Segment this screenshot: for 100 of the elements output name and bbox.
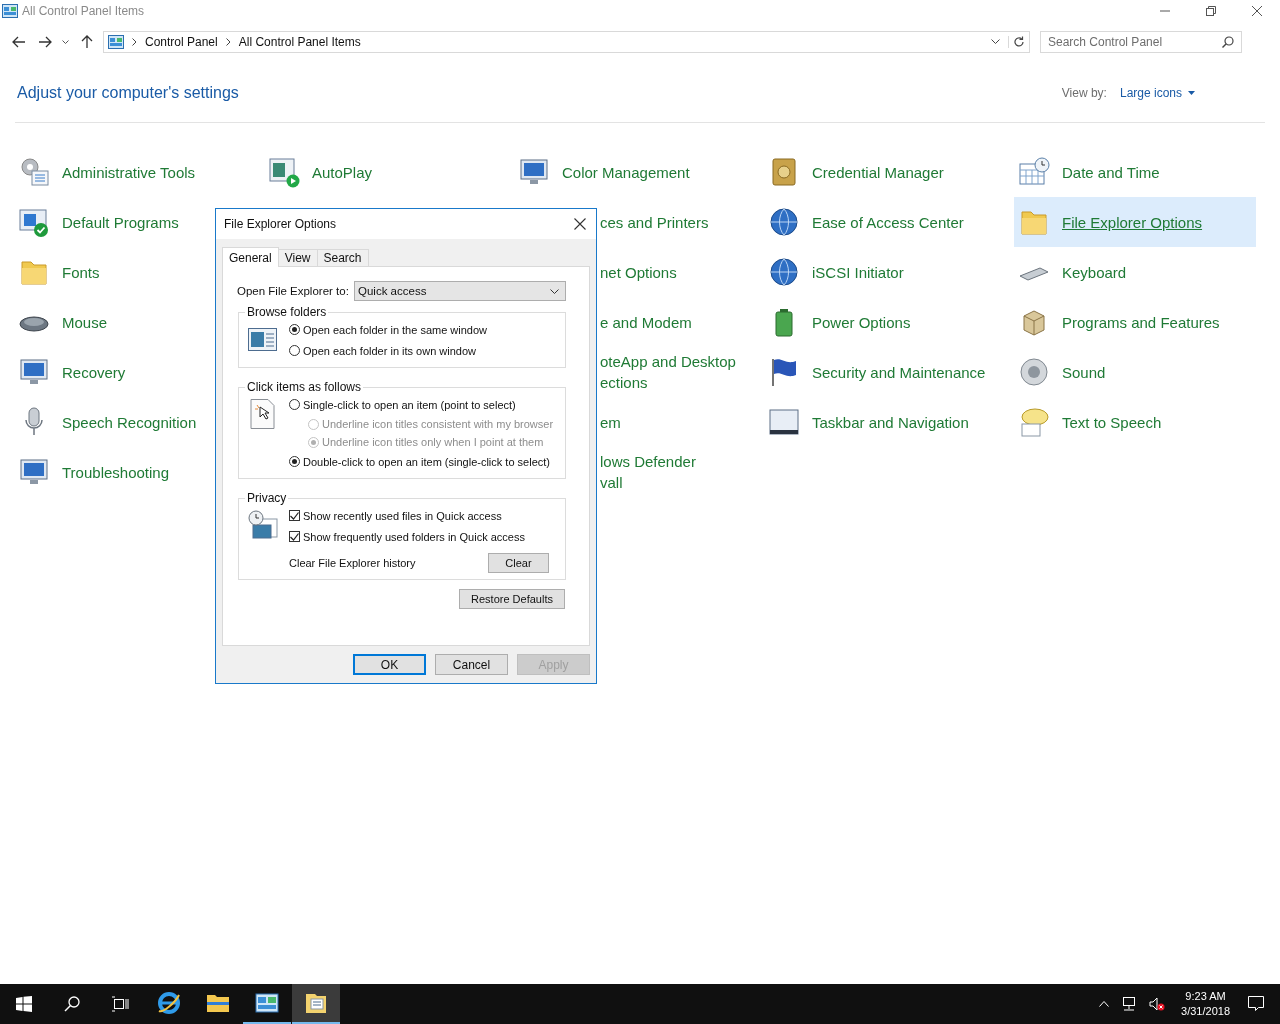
taskbar-app-button[interactable] [292,984,340,1024]
view-by-label: View by: [1061,86,1107,100]
group-title: Privacy [246,491,288,505]
open-to-dropdown[interactable]: Quick access [354,281,566,301]
caret-icon[interactable] [991,39,1000,45]
control-panel-item[interactable]: Programs and Features [1014,297,1256,347]
checkbox[interactable] [289,510,300,521]
group-title: Browse folders [246,305,328,319]
clear-button[interactable]: Clear [488,553,549,573]
refresh-icon[interactable] [1008,36,1025,48]
item-label: Security and Maintenance [812,362,986,383]
view-by-dropdown[interactable]: Large icons [1119,86,1195,100]
window-title: All Control Panel Items [22,4,145,18]
breadcrumb[interactable]: Control Panel [145,35,218,49]
control-panel-item[interactable]: Sound [1014,347,1256,397]
clear-history-label: Clear File Explorer history [289,557,416,569]
control-panel-item[interactable]: Security and Maintenance [764,347,1006,397]
dialog-button[interactable]: OK [353,654,426,675]
control-panel-item[interactable]: Administrative Tools [14,147,256,197]
control-panel-item[interactable]: Ease of Access Center [764,197,1006,247]
close-icon [1252,6,1262,16]
dialog-title: File Explorer Options [224,217,337,231]
checkbox[interactable] [289,531,300,542]
control-panel-item[interactable]: Text to Speech [1014,397,1256,447]
forward-arrow-icon[interactable] [38,36,52,48]
speech-bubble-icon [1018,406,1050,438]
item-label: AutoPlay [312,162,373,183]
item-label: ces and Printers [600,212,709,233]
item-label: Administrative Tools [62,162,196,183]
clock-date: 3/31/2018 [1181,1004,1230,1019]
radio-option[interactable]: Open each folder in the same window [289,319,561,340]
clock-pictures-icon [247,509,279,541]
item-label: Fonts [62,262,100,283]
item-label: net Options [600,262,677,283]
control-panel-icon [108,35,124,49]
window-play-icon [268,156,300,188]
radio-button[interactable] [289,345,300,356]
item-label: Default Programs [62,212,179,233]
folder-icon [206,993,230,1013]
search-icon [1222,36,1234,48]
close-icon[interactable] [574,218,586,230]
control-panel-item[interactable]: Speech Recognition [14,397,256,447]
back-arrow-icon[interactable] [12,36,26,48]
open-to-label: Open File Explorer to: [237,285,349,297]
radio-option[interactable]: Double-click to open an item (single-click to select) [289,451,561,472]
item-label: Sound [1062,362,1106,383]
caret-icon [550,288,559,294]
item-label: Date and Time [1062,162,1160,183]
tab[interactable]: Search [316,249,369,266]
windows-logo-icon [16,996,32,1012]
window-icon [768,406,800,438]
item-label: Mouse [62,312,108,333]
control-panel-item[interactable]: File Explorer Options [1014,197,1256,247]
restore-defaults-button[interactable]: Restore Defaults [459,589,565,609]
item-label: Recovery [62,362,126,383]
item-label: Power Options [812,312,911,333]
address-bar[interactable]: Control Panel All Control Panel Items [103,31,1030,53]
tab[interactable]: General [222,247,279,267]
gear-icon [18,156,50,188]
checkmark-icon [290,532,299,541]
control-panel-item[interactable]: Keyboard [1014,247,1256,297]
speaker-muted-icon[interactable] [1149,997,1166,1011]
control-panel-item[interactable]: Taskbar and Navigation [764,397,1006,447]
dialog-button[interactable]: Cancel [435,654,508,675]
item-label: Keyboard [1062,262,1127,283]
control-panel-item[interactable]: Color Management [514,147,756,197]
item-label: iSCSI Initiator [812,262,904,283]
checkbox-option[interactable]: Show recently used files in Quick access [289,505,561,526]
restore-icon [1206,6,1216,16]
radio-button[interactable] [289,456,300,467]
item-label: e and Modem [600,312,692,333]
caret-icon[interactable] [62,39,69,45]
chevron-up-icon[interactable] [1099,1001,1110,1007]
control-panel-item[interactable]: AutoPlay [264,147,506,197]
breadcrumb[interactable]: All Control Panel Items [238,35,361,49]
up-arrow-icon[interactable] [81,35,93,49]
radio-option[interactable]: Open each folder in its own window [289,340,561,361]
chevron-icon [132,38,137,46]
caret-icon [1188,91,1195,95]
search-field[interactable]: Search Control Panel [1040,31,1242,53]
checkbox-option[interactable]: Show frequently used folders in Quick access [289,526,561,547]
notification-icon[interactable] [1248,996,1264,1012]
window-check-icon [18,206,50,238]
radio-option[interactable]: Single-click to open an item (point to select) [289,394,561,415]
clock-time: 9:23 AM [1185,989,1226,1004]
network-icon[interactable] [1121,997,1138,1011]
item-label: Programs and Features [1062,312,1220,333]
control-panel-item[interactable]: iSCSI Initiator [764,247,1006,297]
control-panel-icon [2,4,18,18]
clock[interactable]: 9:23 AM 3/31/2018 [1181,984,1230,1024]
control-panel-item[interactable]: Credential Manager [764,147,1006,197]
item-label: Ease of Access Center [812,212,964,233]
control-panel-icon [255,993,279,1013]
control-panel-item[interactable]: Power Options [764,297,1006,347]
radio-button[interactable] [289,399,300,410]
radio-button[interactable] [289,324,300,335]
item-label: oteApp and Desktop ections [600,352,736,393]
browser-e-icon [157,991,181,1015]
globe-icon [768,206,800,238]
control-panel-item[interactable]: Date and Time [1014,147,1256,197]
